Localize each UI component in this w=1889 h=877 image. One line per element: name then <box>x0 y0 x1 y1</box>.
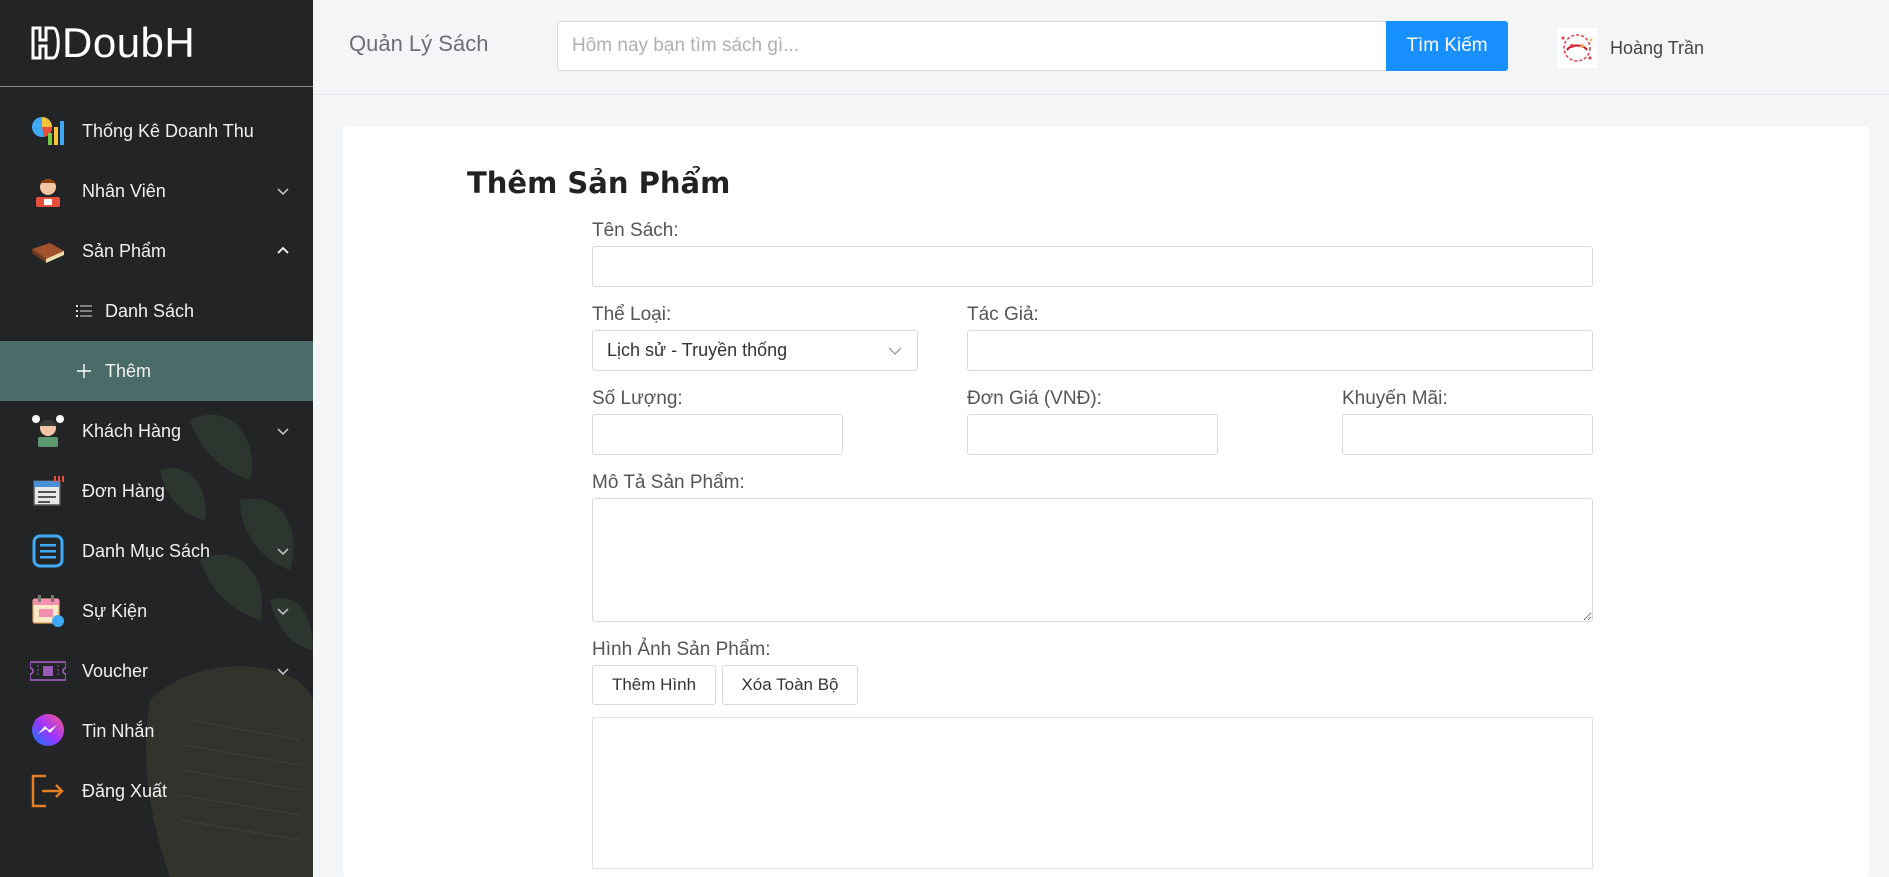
quantity-field[interactable] <box>592 414 843 455</box>
sidebar-item-label: Đăng Xuất <box>82 780 168 801</box>
sidebar-item-label: Sự Kiện <box>82 600 148 621</box>
ticket-icon <box>30 653 66 689</box>
sidebar-item-label: Voucher <box>82 660 149 681</box>
chevron-up-icon[interactable] <box>275 243 291 259</box>
sidebar-item-label: Thống Kê Doanh Thu <box>82 120 254 141</box>
search-input[interactable] <box>557 21 1387 71</box>
sidebar-item-book-categories[interactable]: Danh Mục Sách <box>0 521 313 581</box>
category-label: Thể Loại: <box>592 304 672 325</box>
book-name-label: Tên Sách: <box>592 220 679 241</box>
top-header: Quản Lý Sách Tìm Kiếm Hoàng Trần <box>313 0 1889 95</box>
sidebar-subitem-list[interactable]: Danh Sách <box>0 281 313 341</box>
chart-stats-icon <box>30 113 66 149</box>
customer-icon <box>30 413 66 449</box>
sidebar-item-voucher[interactable]: Voucher <box>0 641 313 701</box>
image-preview-area[interactable] <box>592 717 1593 869</box>
sidebar-item-label: Sản Phẩm <box>82 240 167 261</box>
brand-name: DoubH <box>62 19 196 66</box>
list-icon <box>75 302 93 320</box>
order-icon <box>30 473 66 509</box>
sidebar-item-events[interactable]: Sự Kiện <box>0 581 313 641</box>
category-select[interactable]: Lịch sử - Truyền thống <box>592 330 918 371</box>
add-image-button[interactable]: Thêm Hình <box>592 665 716 705</box>
sidebar-item-products[interactable]: Sản Phẩm <box>0 221 313 281</box>
discount-field[interactable] <box>1342 414 1593 455</box>
category-selected-value: Lịch sử - Truyền thống <box>607 340 788 360</box>
sidebar-subitem-label: Thêm <box>105 360 152 381</box>
plus-icon <box>75 362 93 380</box>
user-profile[interactable]: Hoàng Trần <box>1557 28 1704 68</box>
sidebar-item-orders[interactable]: Đơn Hàng <box>0 461 313 521</box>
sidebar-item-employees[interactable]: Nhân Viên <box>0 161 313 221</box>
sidebar-item-label: Đơn Hàng <box>82 480 165 501</box>
price-label: Đơn Giá (VNĐ): <box>967 388 1102 409</box>
calendar-event-icon <box>30 593 66 629</box>
messenger-icon <box>30 713 66 749</box>
logout-icon <box>30 773 66 809</box>
content-card: Thêm Sản Phẩm Tên Sách: Thể Loại: Lịch s… <box>343 126 1869 877</box>
avatar[interactable] <box>1557 28 1597 68</box>
book-name-field[interactable] <box>592 246 1593 287</box>
sidebar-subitem-label: Danh Sách <box>105 300 195 321</box>
discount-label: Khuyến Mãi: <box>1342 388 1448 409</box>
book-icon <box>30 233 66 269</box>
logo-mark-icon <box>31 26 60 60</box>
employee-icon <box>30 173 66 209</box>
sidebar-subitem-add[interactable]: Thêm <box>0 341 313 401</box>
chevron-down-icon[interactable] <box>275 423 291 439</box>
sidebar-menu: Thống Kê Doanh Thu Nhân Viên Sản Phẩm Da… <box>0 101 313 821</box>
list-document-icon <box>30 533 66 569</box>
form-title: Thêm Sản Phẩm <box>467 166 731 200</box>
author-field[interactable] <box>967 330 1593 371</box>
sidebar: DoubH Thống Kê Doanh Thu Nhân Viên Sản P… <box>0 0 313 877</box>
sidebar-item-label: Nhân Viên <box>82 180 166 201</box>
chevron-down-icon[interactable] <box>275 543 291 559</box>
sidebar-item-logout[interactable]: Đăng Xuất <box>0 761 313 821</box>
description-label: Mô Tả Sản Phẩm: <box>592 472 745 493</box>
description-textarea[interactable] <box>592 498 1593 622</box>
price-field[interactable] <box>967 414 1218 455</box>
chevron-down-icon[interactable] <box>275 603 291 619</box>
sidebar-item-label: Tin Nhắn <box>82 720 155 741</box>
search-button[interactable]: Tìm Kiếm <box>1386 21 1508 71</box>
clear-all-images-button[interactable]: Xóa Toàn Bộ <box>722 665 858 705</box>
chevron-down-icon[interactable] <box>275 183 291 199</box>
page-title: Quản Lý Sách <box>349 31 489 56</box>
chevron-down-icon <box>888 347 902 355</box>
sidebar-item-customers[interactable]: Khách Hàng <box>0 401 313 461</box>
sidebar-item-label: Khách Hàng <box>82 420 182 441</box>
user-name: Hoàng Trần <box>1610 37 1705 58</box>
chevron-down-icon[interactable] <box>275 663 291 679</box>
author-label: Tác Giả: <box>967 304 1039 325</box>
sidebar-item-label: Danh Mục Sách <box>82 540 211 561</box>
quantity-label: Số Lượng: <box>592 388 683 409</box>
images-label: Hình Ảnh Sản Phẩm: <box>592 639 771 660</box>
sidebar-item-revenue-stats[interactable]: Thống Kê Doanh Thu <box>0 101 313 161</box>
brand-logo[interactable]: DoubH <box>0 0 313 87</box>
sidebar-item-messages[interactable]: Tin Nhắn <box>0 701 313 761</box>
